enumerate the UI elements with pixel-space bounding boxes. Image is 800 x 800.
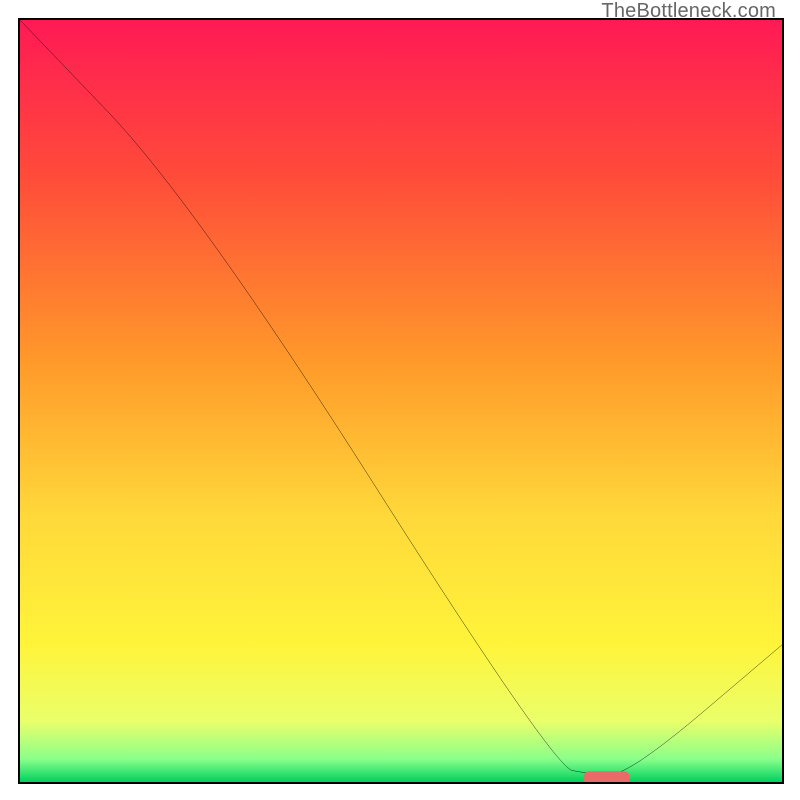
highlight-marker: [584, 771, 630, 782]
gradient-background: [20, 20, 782, 782]
chart-frame: [18, 18, 784, 784]
chart-svg: [20, 20, 782, 782]
